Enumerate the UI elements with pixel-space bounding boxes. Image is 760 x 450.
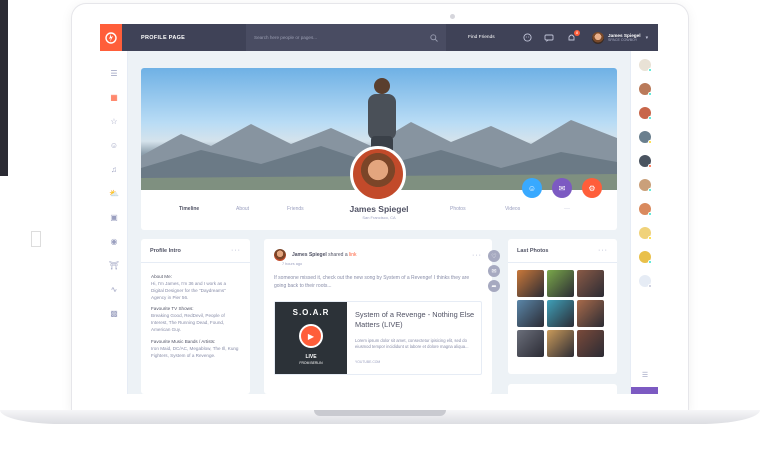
post-author-line: James Spiegel shared a link [292,252,357,258]
post-text: If someone missed it, check out the new … [274,275,470,289]
friend-avatar[interactable] [638,251,652,264]
star-icon[interactable]: ☆ [100,109,128,133]
friend-avatar[interactable] [638,131,652,144]
happy-face-icon[interactable]: ☺ [100,133,128,157]
post-card: James Spiegel shared a link ··· 7 hours … [264,239,492,394]
profile-name: James Spiegel [349,204,409,214]
friend-avatar[interactable] [638,203,652,216]
post-author-name[interactable]: James Spiegel [292,252,327,258]
tv-shows-text: Breaking Good, RedDevil, People of Inter… [151,313,225,332]
post-more-icon[interactable]: ··· [472,252,482,259]
photo-grid [508,263,617,364]
friend-requests-icon[interactable] [520,31,534,45]
camera-dot [450,14,455,19]
video-title[interactable]: System of a Revenge - Nothing Else Matte… [355,310,479,329]
user-status: SPACE COWBOY [608,38,638,42]
music-text: Iron Maid, DC/AC, Megablow, The Ill, Kun… [151,345,239,358]
sliders-icon[interactable]: ☰ [100,61,128,85]
search-bar [246,24,446,51]
find-friends-link[interactable]: Find Friends [446,35,520,40]
friend-avatar[interactable] [638,227,652,240]
friend-avatar[interactable] [638,107,652,120]
profile-location: San Francisco, CA [362,215,396,220]
laptop-notch [314,410,446,416]
profile-intro-title: Profile Intro [150,247,181,254]
photo-thumbnail[interactable] [547,330,574,357]
user-menu[interactable]: James Spiegel SPACE COWBOY ▾ [592,31,649,44]
friend-avatar[interactable] [638,59,652,72]
photo-thumbnail[interactable] [577,330,604,357]
friend-avatar[interactable] [638,275,652,288]
about-label: About Me: [151,274,172,279]
share-icon[interactable]: ➦ [488,280,500,292]
comment-icon[interactable]: ✉ [488,265,500,277]
background-tab [32,232,40,246]
photo-thumbnail[interactable] [547,300,574,327]
music-label: Favourite Music Bands / Artists: [151,338,216,344]
profile-header-card: ☺ ✉ ⚙ Timeline About Friends Photos Vide… [141,68,617,230]
next-widget-card [508,384,617,394]
left-sidebar: ☰ ▦ ☆ ☺ ♫ ⛅ ▣ ◉ ⛩ ∿ ▩ [100,51,128,394]
photos-more-icon[interactable]: ··· [598,247,608,254]
friend-avatar[interactable] [638,179,652,192]
headphones-icon[interactable]: ♫ [100,157,128,181]
chat-icon[interactable] [631,387,658,394]
app-logo[interactable] [100,24,122,51]
right-sidebar: ☰ [630,51,658,394]
top-nav-bar: PROFILE PAGE Find Friends 8 James Spiege… [100,24,658,51]
last-photos-title: Last Photos [517,247,549,254]
like-icon[interactable]: ♡ [488,250,500,262]
post-author-avatar[interactable] [274,249,286,261]
about-text: Hi, I'm James, I'm 36 and I work as a Di… [151,281,227,300]
app-screen: PROFILE PAGE Find Friends 8 James Spiege… [100,24,658,394]
cart-icon[interactable]: ⛩ [100,253,128,277]
profile-intro-card: Profile Intro ··· About Me: Hi, I'm Jame… [141,239,250,394]
photo-thumbnail[interactable] [517,330,544,357]
last-photos-card: Last Photos ··· [508,239,617,374]
friend-avatar[interactable] [638,155,652,168]
user-avatar [592,31,604,44]
video-source: YOUTUBE.COM [355,360,381,364]
friend-avatar[interactable] [638,83,652,96]
settings-sliders-icon[interactable]: ☰ [631,365,658,385]
more-options-icon[interactable]: ··· [231,247,241,254]
notifications-icon[interactable]: 8 [564,29,580,45]
search-input[interactable] [254,35,424,40]
manage-widgets-icon[interactable]: ▩ [100,301,128,325]
photo-thumbnail[interactable] [517,270,544,297]
photo-thumbnail[interactable] [547,270,574,297]
messages-icon[interactable] [542,31,556,45]
photo-thumbnail[interactable] [517,300,544,327]
badges-icon[interactable]: ◉ [100,229,128,253]
photo-thumbnail[interactable] [577,270,604,297]
calendar-icon[interactable]: ▣ [100,205,128,229]
stats-icon[interactable]: ∿ [100,277,128,301]
video-thumbnail[interactable]: S.O.A.R ▶ LIVE FROM BERLIN [275,302,347,374]
page-title: PROFILE PAGE [141,34,186,41]
video-preview[interactable]: S.O.A.R ▶ LIVE FROM BERLIN System of a R… [274,301,482,375]
video-description: Lorem ipsum dolor sit amet, consectetur … [355,338,469,349]
background-edge [0,0,8,176]
chevron-down-icon[interactable]: ▾ [646,35,649,41]
play-icon[interactable]: ▶ [299,324,323,348]
weather-icon[interactable]: ⛅ [100,181,128,205]
logo-icon [105,31,117,44]
search-icon[interactable] [430,33,438,42]
post-action: shared a [328,252,348,258]
newsfeed-icon[interactable]: ▦ [100,85,128,109]
tv-shows-label: Favourite TV Shows: [151,306,194,312]
laptop-base [0,410,760,450]
video-thumb-city: FROM BERLIN [299,361,323,365]
post-link[interactable]: link [349,252,357,258]
video-thumb-title: S.O.A.R [292,308,330,317]
notification-badge: 8 [574,29,580,36]
photo-thumbnail[interactable] [577,300,604,327]
video-thumb-live: LIVE [305,354,317,360]
